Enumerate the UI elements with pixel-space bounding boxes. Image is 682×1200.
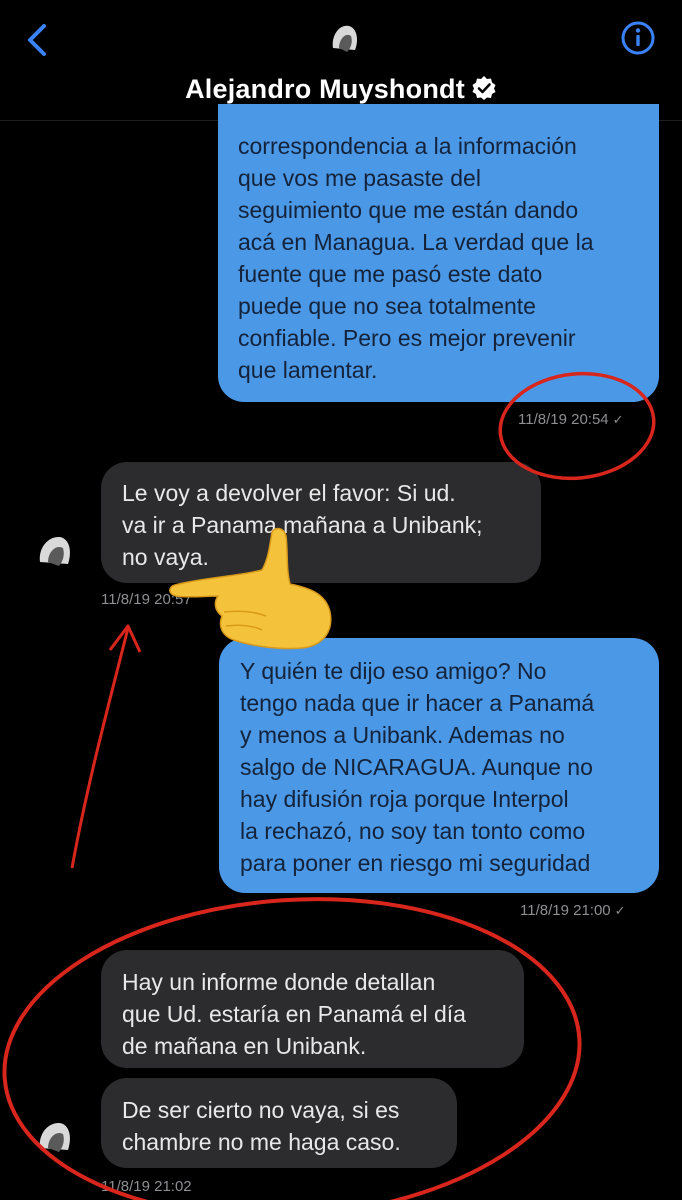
message-line: acá en Managua. La verdad que la — [238, 229, 594, 255]
timestamp-text: 11/8/19 21:02 — [101, 1178, 192, 1195]
contact-avatar[interactable] — [34, 1114, 76, 1156]
message-line: correspondencia a la información — [238, 133, 577, 159]
message-line: Y quién te dijo eso amigo? No — [240, 658, 547, 684]
message-line: de mañana en Unibank. — [122, 1033, 367, 1059]
message-line: fuente que me pasó este dato — [238, 261, 543, 287]
red-arrow-annotation — [70, 624, 142, 869]
message-line: hay difusión roja porque Interpol — [240, 786, 569, 812]
incoming-message-bubble[interactable]: Hay un informe donde detallan que Ud. es… — [101, 950, 524, 1068]
outgoing-message-bubble[interactable]: correspondencia a la información que vos… — [218, 104, 659, 402]
message-timestamp: 11/8/19 21:00 ✓ — [520, 902, 626, 919]
incoming-message-bubble[interactable]: Le voy a devolver el favor: Si ud. va ir… — [101, 462, 541, 583]
message-timestamp: 11/8/19 20:57 — [101, 591, 192, 608]
read-check-icon: ✓ — [612, 412, 624, 427]
conversation-header: Alejandro Muyshondt — [0, 0, 682, 121]
message-line: seguimiento que me están dando — [238, 197, 579, 223]
info-icon[interactable] — [620, 20, 656, 56]
message-line: puede que no sea totalmente — [238, 293, 536, 319]
incoming-message-bubble[interactable]: De ser cierto no vaya, si es chambre no … — [101, 1078, 457, 1168]
message-line: chambre no me haga caso. — [122, 1129, 401, 1155]
timestamp-text: 11/8/19 21:00 — [520, 902, 611, 919]
message-line: De ser cierto no vaya, si es — [122, 1097, 400, 1123]
contact-name: Alejandro Muyshondt — [185, 74, 465, 104]
outgoing-message-bubble[interactable]: Y quién te dijo eso amigo? No tengo nada… — [219, 638, 659, 893]
contact-name-row[interactable]: Alejandro Muyshondt — [0, 74, 682, 105]
message-line: confiable. Pero es mejor prevenir — [238, 325, 576, 351]
message-line: Hay un informe donde detallan — [122, 969, 436, 995]
message-timestamp: 11/8/19 21:02 — [101, 1178, 192, 1195]
message-line: que Ud. estaría en Panamá el día — [122, 1001, 466, 1027]
back-chevron-icon[interactable] — [22, 22, 52, 58]
message-line: va ir a Panama mañana a Unibank; — [122, 512, 483, 538]
message-line: tengo nada que ir hacer a Panamá — [240, 690, 595, 716]
message-line: la rechazó, no soy tan tonto como — [240, 818, 586, 844]
message-line: no vaya. — [122, 544, 209, 570]
message-timestamp: 11/8/19 20:54 ✓ — [518, 411, 624, 428]
header-avatar[interactable] — [325, 18, 363, 56]
verified-badge-icon — [472, 76, 496, 100]
timestamp-text: 11/8/19 20:57 — [101, 591, 192, 608]
read-check-icon: ✓ — [614, 903, 626, 918]
contact-avatar[interactable] — [34, 528, 76, 570]
message-line: Le voy a devolver el favor: Si ud. — [122, 480, 456, 506]
message-line: salgo de NICARAGUA. Aunque no — [240, 754, 593, 780]
message-line: y menos a Unibank. Ademas no — [240, 722, 565, 748]
message-line: que vos me pasaste del — [238, 165, 481, 191]
timestamp-text: 11/8/19 20:54 — [518, 411, 609, 428]
message-line: para poner en riesgo mi seguridad — [240, 850, 591, 876]
message-line: que lamentar. — [238, 357, 378, 383]
